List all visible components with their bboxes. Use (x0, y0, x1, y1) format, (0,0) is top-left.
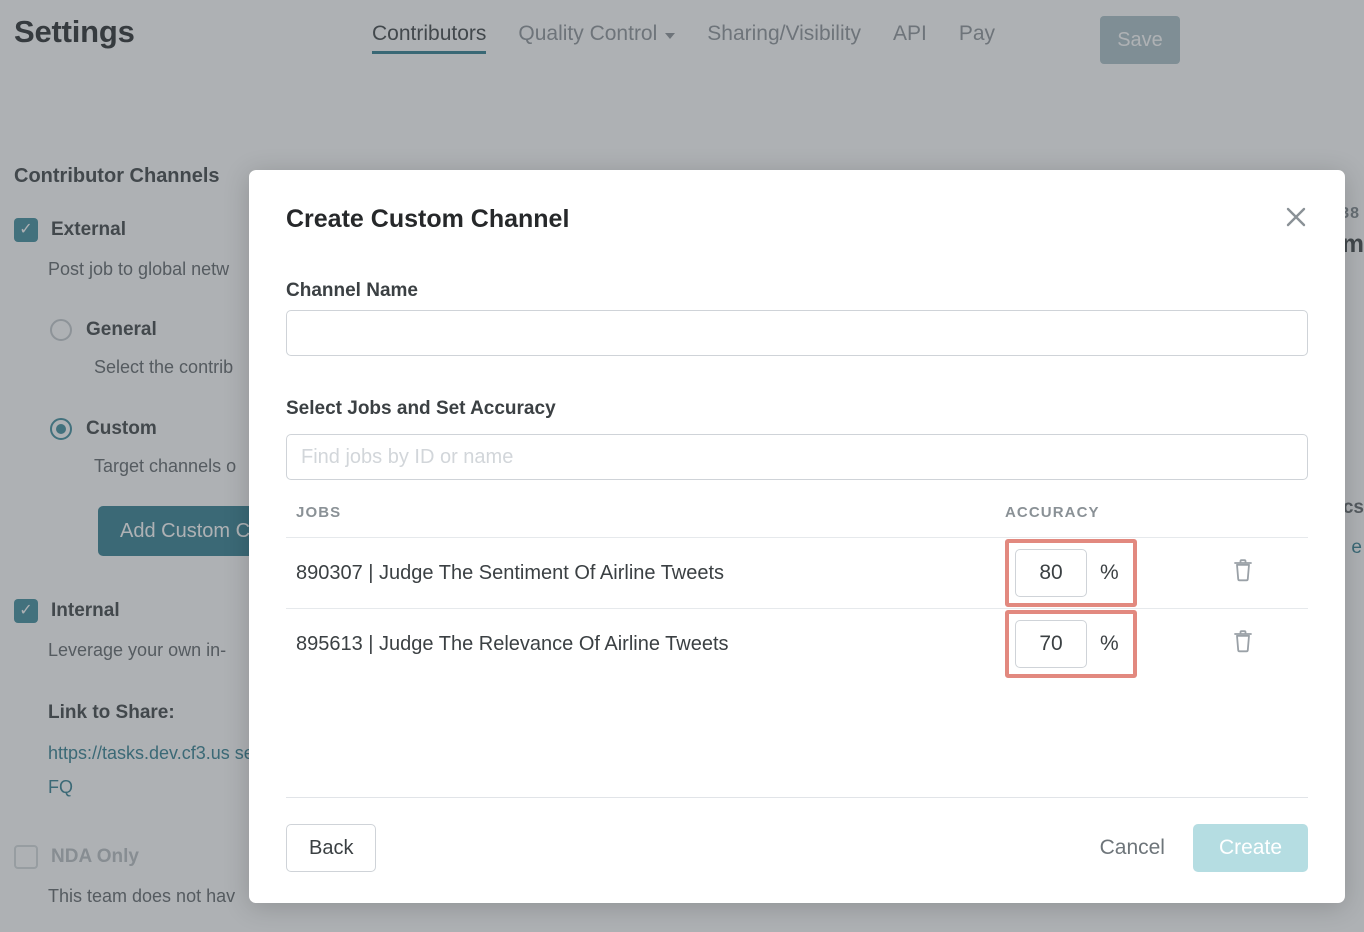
jobs-table-header: JOBS ACCURACY (286, 504, 1308, 537)
modal-body: Create Custom Channel Channel Name Selec… (249, 170, 1345, 903)
delete-cell (1232, 558, 1308, 588)
job-search-input[interactable] (286, 434, 1308, 480)
table-row: 890307 | Judge The Sentiment Of Airline … (286, 537, 1308, 608)
modal-footer: Back Cancel Create (286, 797, 1308, 872)
create-custom-channel-modal: Create Custom Channel Channel Name Selec… (249, 170, 1345, 903)
accuracy-annotation-box: % (1005, 610, 1137, 678)
trash-icon[interactable] (1232, 629, 1254, 653)
column-header-jobs: JOBS (296, 504, 342, 521)
accuracy-input[interactable] (1015, 549, 1087, 597)
select-jobs-label: Select Jobs and Set Accuracy (286, 398, 556, 419)
accuracy-cell: % (987, 539, 1232, 607)
trash-icon[interactable] (1232, 558, 1254, 582)
percent-label: % (1100, 561, 1119, 584)
modal-title: Create Custom Channel (286, 205, 570, 233)
back-button[interactable]: Back (286, 824, 377, 872)
job-name-cell: 895613 | Judge The Relevance Of Airline … (296, 632, 729, 655)
cancel-button[interactable]: Cancel (1092, 836, 1173, 860)
percent-label: % (1100, 632, 1119, 655)
accuracy-input[interactable] (1015, 620, 1087, 668)
column-header-accuracy: ACCURACY (1005, 504, 1100, 521)
channel-name-input[interactable] (286, 310, 1308, 356)
job-name-cell: 890307 | Judge The Sentiment Of Airline … (296, 561, 725, 584)
jobs-table: JOBS ACCURACY 890307 | Judge The Sentime… (286, 504, 1308, 793)
table-row: 895613 | Judge The Relevance Of Airline … (286, 608, 1308, 679)
footer-actions: Cancel Create (1092, 824, 1308, 872)
delete-cell (1232, 629, 1308, 659)
channel-name-label: Channel Name (286, 280, 418, 301)
app-root: Settings Contributors Quality Control Sh… (0, 0, 1364, 932)
accuracy-cell: % (987, 610, 1232, 678)
table-empty-space (286, 679, 1308, 793)
close-icon[interactable] (1277, 198, 1315, 236)
create-button[interactable]: Create (1192, 824, 1308, 872)
accuracy-annotation-box: % (1005, 539, 1137, 607)
